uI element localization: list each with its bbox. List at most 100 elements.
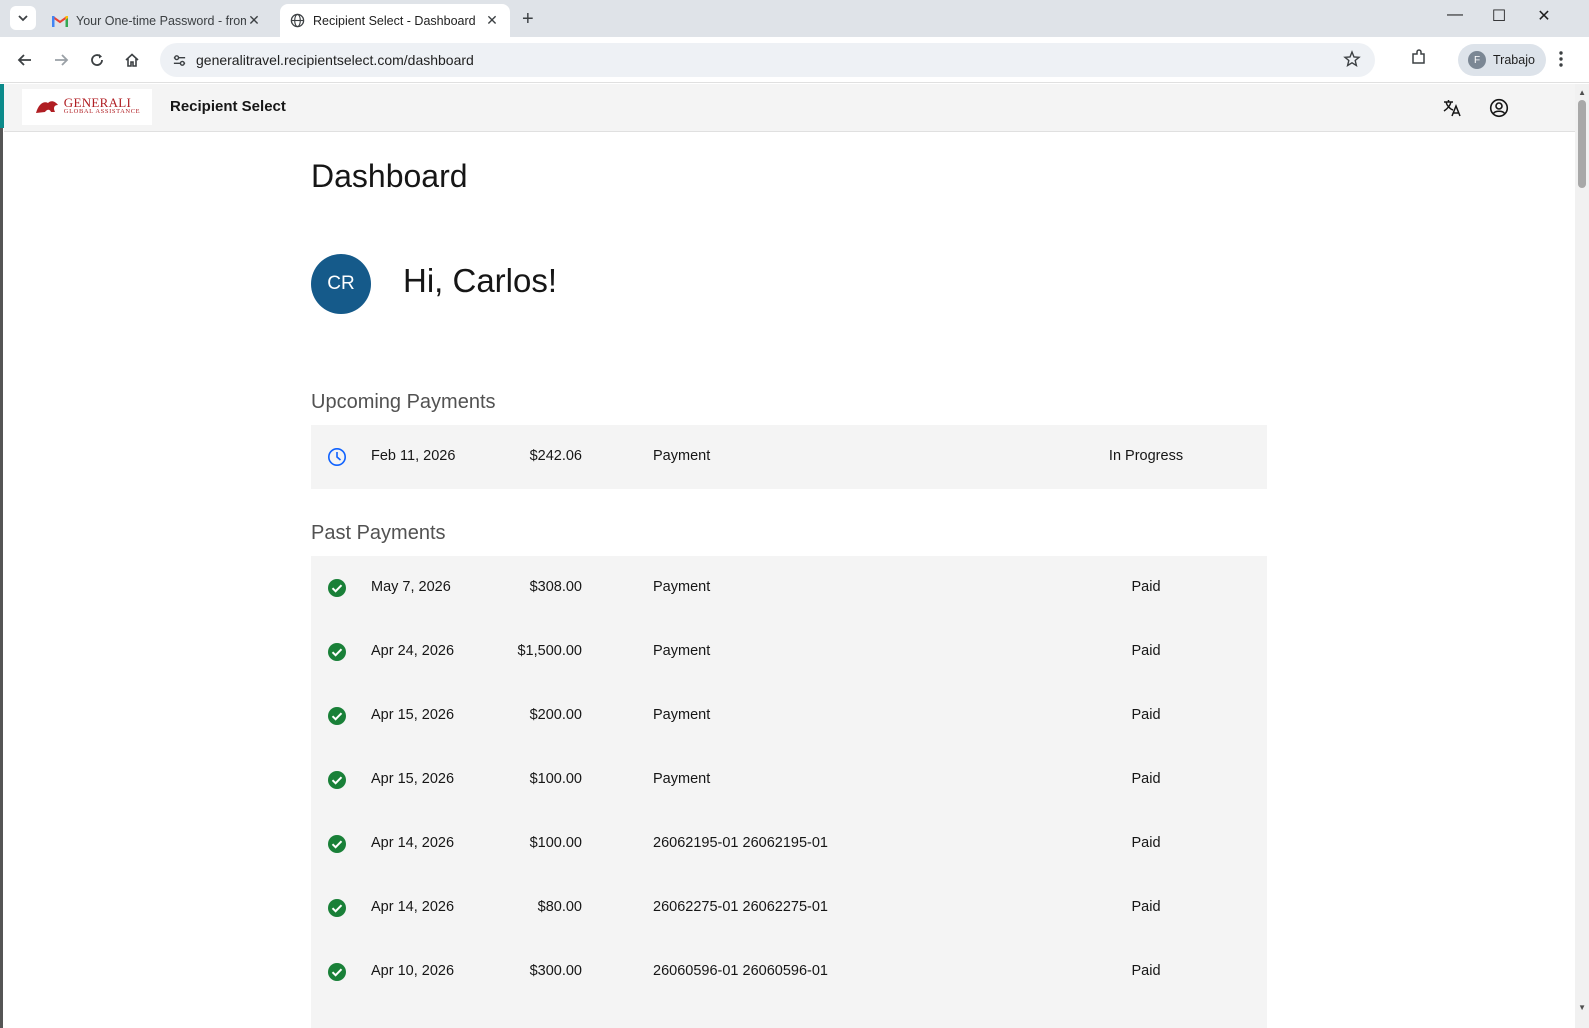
close-icon[interactable]: ✕ (246, 12, 262, 29)
payment-date: Apr 10, 2026 (371, 963, 455, 979)
scroll-down-arrow-icon[interactable]: ▼ (1578, 1003, 1586, 1012)
back-button[interactable] (14, 49, 36, 71)
arrow-left-icon (17, 54, 31, 66)
minimize-icon[interactable]: — (1440, 6, 1470, 24)
gmail-icon (52, 15, 68, 27)
payment-amount: $242.06 (529, 448, 582, 464)
table-row[interactable]: Apr 14, 2026 $100.00 26062195-01 2606219… (311, 812, 1267, 876)
scroll-up-arrow-icon[interactable]: ▲ (1578, 88, 1586, 97)
check-circle-icon (328, 771, 346, 789)
payment-amount: $100.00 (529, 771, 582, 787)
payment-description: Payment (653, 707, 711, 723)
address-bar[interactable]: generalitravel.recipientselect.com/dashb… (160, 43, 1375, 77)
payment-amount: $100.00 (529, 835, 582, 851)
payment-status: Paid (1131, 707, 1161, 723)
payment-description: 26060596-01 26060596-01 (653, 963, 828, 979)
maximize-icon[interactable]: ☐ (1484, 6, 1514, 26)
payment-status: Paid (1131, 771, 1161, 787)
table-row[interactable]: Apr 24, 2026 $1,500.00 Payment Paid (311, 620, 1267, 684)
payment-status: Paid (1131, 835, 1161, 851)
payment-date: Apr 14, 2026 (371, 835, 455, 851)
generali-logo[interactable]: GENERALI GLOBAL ASSISTANCE (22, 89, 152, 125)
payment-description: Payment (653, 771, 711, 787)
payment-amount: $300.00 (529, 963, 582, 979)
payment-status: In Progress (1108, 448, 1184, 464)
tab-dashboard[interactable]: Recipient Select - Dashboard ✕ (280, 4, 510, 37)
tune-icon (173, 54, 185, 66)
table-row-partial (311, 1004, 1267, 1028)
greeting: Hi, Carlos! (403, 262, 558, 299)
payment-amount: $200.00 (529, 707, 582, 723)
check-circle-icon (328, 707, 346, 725)
site-info-button[interactable] (166, 53, 192, 68)
home-button[interactable] (121, 49, 143, 71)
check-circle-icon (328, 643, 346, 661)
check-circle-icon (328, 899, 346, 917)
payment-description: Payment (653, 579, 711, 595)
table-row[interactable]: Feb 11, 2026 $242.06 Payment In Progress (311, 425, 1267, 489)
table-row[interactable]: Apr 14, 2026 $80.00 26062275-01 26062275… (311, 876, 1267, 940)
new-tab-button[interactable]: + (522, 8, 534, 31)
payment-status: Paid (1131, 579, 1161, 595)
scrollbar-thumb[interactable] (1578, 100, 1586, 188)
payment-amount: $308.00 (529, 579, 582, 595)
side-border (0, 128, 3, 1028)
profile-button[interactable]: F Trabajo (1458, 44, 1546, 76)
page-scrollbar[interactable] (1575, 84, 1589, 1028)
account-button[interactable] (1488, 97, 1510, 119)
window-close-icon[interactable]: ✕ (1529, 6, 1559, 26)
past-payments-list: May 7, 2026 $308.00 Payment Paid Apr 24,… (311, 556, 1267, 1028)
tab-gmail[interactable]: Your One-time Password - from ✕ (42, 4, 272, 37)
tab-search-button[interactable] (10, 6, 36, 30)
payment-description: 26062195-01 26062195-01 (653, 835, 828, 851)
app-name: Recipient Select (170, 98, 286, 115)
payment-amount: $1,500.00 (517, 643, 582, 659)
payment-status: Paid (1131, 643, 1161, 659)
table-row[interactable]: Apr 15, 2026 $200.00 Payment Paid (311, 684, 1267, 748)
tab-title: Your One-time Password - from (76, 13, 246, 28)
close-icon[interactable]: ✕ (484, 12, 500, 29)
check-circle-icon (328, 835, 346, 853)
bookmark-star-icon[interactable] (1343, 50, 1361, 68)
payment-description: 26062275-01 26062275-01 (653, 899, 828, 915)
tab-title: Recipient Select - Dashboard (313, 13, 476, 28)
logo-line1: GENERALI (63, 95, 132, 110)
payment-description: Payment (653, 448, 711, 464)
upcoming-payments-list: Feb 11, 2026 $242.06 Payment In Progress (311, 425, 1267, 489)
payment-amount: $80.00 (537, 899, 582, 915)
check-circle-icon (328, 963, 346, 981)
lion-emblem-icon (35, 101, 58, 113)
extensions-icon[interactable] (1410, 48, 1428, 66)
translate-icon (1443, 100, 1461, 117)
more-vert-icon[interactable] (1558, 50, 1564, 68)
page-title: Dashboard (311, 158, 468, 194)
arrow-right-icon (55, 54, 69, 66)
page-viewport: GENERALI GLOBAL ASSISTANCE Recipient Sel… (0, 84, 1575, 1028)
table-row[interactable]: Apr 10, 2026 $300.00 26060596-01 2606059… (311, 940, 1267, 1004)
avatar: CR (311, 254, 371, 314)
profile-avatar: F (1468, 51, 1486, 69)
past-payments-title: Past Payments (311, 522, 446, 544)
table-row[interactable]: May 7, 2026 $308.00 Payment Paid (311, 556, 1267, 620)
table-row[interactable]: Apr 15, 2026 $100.00 Payment Paid (311, 748, 1267, 812)
globe-icon (290, 13, 305, 28)
payment-date: Apr 15, 2026 (371, 707, 455, 723)
profile-label: Trabajo (1493, 53, 1535, 67)
logo-line2: GLOBAL ASSISTANCE (63, 108, 141, 115)
tab-strip: Your One-time Password - from ✕ Recipien… (0, 0, 1589, 37)
forward-button[interactable] (50, 49, 72, 71)
upcoming-payments-title: Upcoming Payments (311, 391, 496, 413)
translate-button[interactable] (1441, 97, 1463, 119)
user-avatar-icon (1489, 98, 1509, 118)
payment-description: Payment (653, 643, 711, 659)
browser-toolbar: generalitravel.recipientselect.com/dashb… (0, 37, 1589, 83)
payment-status: Paid (1131, 963, 1161, 979)
reload-icon (91, 54, 103, 66)
payment-date: Apr 14, 2026 (371, 899, 455, 915)
home-icon (125, 53, 139, 67)
reload-button[interactable] (86, 49, 108, 71)
payment-status: Paid (1131, 899, 1161, 915)
clock-icon (328, 448, 346, 466)
payment-date: Apr 15, 2026 (371, 771, 455, 787)
url-text: generalitravel.recipientselect.com/dashb… (196, 52, 474, 68)
